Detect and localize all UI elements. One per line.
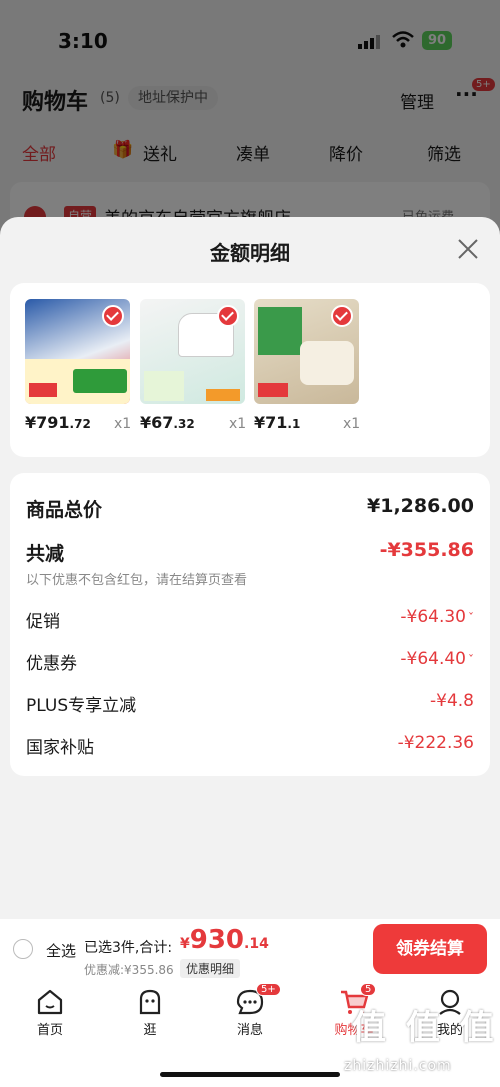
amount-detail-sheet: 金额明细 ¥791.72 x1 ¥67.32 x1 ¥71.1 x1 商品总价 … bbox=[0, 217, 500, 919]
watermark: 值 值 值 bbox=[352, 1008, 498, 1048]
select-all-label[interactable]: 全选 bbox=[46, 940, 76, 961]
product-item[interactable]: ¥71.1 x1 bbox=[254, 299, 360, 432]
product-image bbox=[254, 299, 359, 404]
product-qty: x1 bbox=[343, 416, 361, 432]
home-indicator bbox=[160, 1072, 340, 1077]
product-item[interactable]: ¥67.32 x1 bbox=[140, 299, 246, 432]
subsidy-row: 国家补贴 -¥222.36 bbox=[26, 733, 474, 761]
chevron-down-icon[interactable]: ˇ bbox=[468, 611, 474, 625]
product-list: ¥791.72 x1 ¥67.32 x1 ¥71.1 x1 bbox=[10, 283, 490, 457]
promo-row[interactable]: 促销 -¥64.30 ˇ bbox=[26, 607, 474, 635]
product-qty: x1 bbox=[114, 416, 132, 432]
watermark-url: zhizhizhi.com bbox=[344, 1058, 452, 1074]
product-image bbox=[25, 299, 130, 404]
coupon-label: 优惠券 bbox=[26, 654, 77, 674]
message-badge: 5+ bbox=[256, 983, 281, 996]
tab-home[interactable]: 首页 bbox=[10, 987, 90, 1038]
total-row: 商品总价 ¥1,286.00 bbox=[26, 495, 474, 523]
check-icon bbox=[217, 305, 239, 327]
total-price: ¥930.14 bbox=[180, 925, 269, 955]
plus-label: PLUS专享立减 bbox=[26, 696, 137, 716]
home-icon bbox=[37, 989, 63, 1015]
subsidy-value: -¥222.36 bbox=[397, 733, 474, 753]
select-all-radio[interactable] bbox=[13, 939, 33, 959]
product-qty: x1 bbox=[229, 416, 247, 432]
sheet-title: 金额明细 bbox=[210, 241, 290, 265]
total-label: 商品总价 bbox=[26, 499, 103, 521]
chevron-down-icon[interactable]: ˇ bbox=[468, 653, 474, 667]
plus-row: PLUS专享立减 -¥4.8 bbox=[26, 691, 474, 719]
product-item[interactable]: ¥791.72 x1 bbox=[25, 299, 131, 432]
product-price: ¥71.1 bbox=[254, 413, 301, 432]
coupon-row[interactable]: 优惠券 -¥64.40 ˇ bbox=[26, 649, 474, 677]
tab-messages[interactable]: 5+ 消息 bbox=[210, 983, 290, 1038]
subsidy-label: 国家补贴 bbox=[26, 738, 94, 758]
product-image bbox=[140, 299, 245, 404]
selected-summary: 已选3件,合计: bbox=[84, 940, 173, 956]
checkout-bar: 全选 已选3件,合计: ¥930.14 优惠减:¥355.86 优惠明细 领券结… bbox=[0, 919, 500, 979]
reduce-value: -¥355.86 bbox=[379, 539, 474, 561]
check-icon bbox=[102, 305, 124, 327]
cart-badge: 5 bbox=[360, 983, 377, 996]
promo-label: 促销 bbox=[26, 612, 60, 632]
tab-label: 消息 bbox=[236, 1023, 263, 1038]
discount-note: 以下优惠不包含红包，请在结算页查看 bbox=[26, 573, 248, 588]
explore-icon bbox=[139, 989, 161, 1015]
tab-label: 首页 bbox=[36, 1023, 63, 1038]
plus-value: -¥4.8 bbox=[430, 691, 474, 711]
promo-value: -¥64.30 ˇ bbox=[400, 607, 474, 627]
checkout-button[interactable]: 领券结算 bbox=[373, 924, 487, 974]
close-icon[interactable] bbox=[456, 237, 480, 261]
product-price: ¥67.32 bbox=[140, 413, 195, 432]
tab-explore[interactable]: 逛 bbox=[110, 987, 190, 1038]
reduce-row: 共减 -¥355.86 bbox=[26, 539, 474, 567]
price-detail-card: 商品总价 ¥1,286.00 共减 -¥355.86 以下优惠不包含红包，请在结… bbox=[10, 473, 490, 776]
discount-summary: 优惠减:¥355.86 bbox=[84, 963, 174, 977]
reduce-label: 共减 bbox=[26, 543, 65, 565]
discount-detail-button[interactable]: 优惠明细 bbox=[180, 959, 241, 978]
coupon-value: -¥64.40 ˇ bbox=[400, 649, 474, 669]
tab-label: 逛 bbox=[143, 1023, 157, 1038]
product-price: ¥791.72 bbox=[25, 413, 91, 432]
total-value: ¥1,286.00 bbox=[367, 495, 474, 517]
check-icon bbox=[331, 305, 353, 327]
